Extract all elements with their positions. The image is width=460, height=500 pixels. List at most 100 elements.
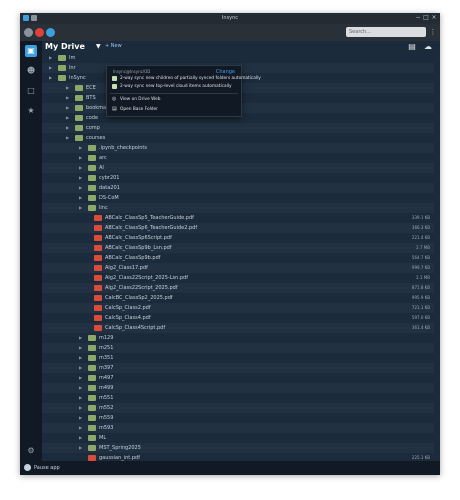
folder-row[interactable]: ▶ ML <box>42 433 434 443</box>
item-name: ABCalc_ClassSp9b_Lsn.pdf <box>105 245 172 251</box>
expand-toggle-icon[interactable]: ▶ <box>49 53 55 63</box>
folder-row[interactable]: ▶ m129 <box>42 333 434 343</box>
settings-icon[interactable]: ⚙ <box>25 445 37 457</box>
pause-icon[interactable] <box>24 464 31 471</box>
expand-toggle-icon[interactable]: ▶ <box>66 93 72 103</box>
option-sync-children[interactable]: 2-way sync new children of partially syn… <box>120 76 261 81</box>
file-row[interactable]: Alg2_Class22Script_2025.pdf 871.8 KB <box>42 283 434 293</box>
expand-toggle-icon[interactable]: ▶ <box>66 103 72 113</box>
item-name: DS-CoM <box>99 195 119 201</box>
open-base-folder-item[interactable]: Open Base Folder <box>120 107 158 112</box>
expand-toggle-icon[interactable]: ▶ <box>79 333 85 343</box>
folder-row[interactable]: ▶ m499 <box>42 383 434 393</box>
expand-toggle-icon[interactable]: ▶ <box>49 73 55 83</box>
drive-icon[interactable]: ▣ <box>25 45 37 57</box>
expand-toggle-icon[interactable]: ▶ <box>79 373 85 383</box>
new-button[interactable]: + New <box>105 43 122 49</box>
file-row[interactable]: ABCalc_ClassSp9b_Lsn.pdf 2.7 MB <box>42 243 434 253</box>
expand-toggle-icon[interactable]: ▶ <box>49 63 55 73</box>
search-input[interactable]: Search... <box>346 27 426 37</box>
folder-row[interactable]: ▶ m593 <box>42 423 434 433</box>
folder-row[interactable]: ▶ m559 <box>42 413 434 423</box>
expand-toggle-icon[interactable]: ▶ <box>79 363 85 373</box>
pdf-icon <box>94 215 102 221</box>
folder-row[interactable]: ▶ m351 <box>42 353 434 363</box>
file-row[interactable]: ABCalc_ClassSp6Script.pdf 221.4 KB <box>42 233 434 243</box>
file-row[interactable]: ABCalc_ClassSp9b.pdf 564.7 KB <box>42 253 434 263</box>
menu-icon[interactable]: ⋮ <box>429 27 437 37</box>
folder-row[interactable]: ▶ m397 <box>42 363 434 373</box>
expand-toggle-icon[interactable]: ▶ <box>66 133 72 143</box>
folder-row[interactable]: ▶ m552 <box>42 403 434 413</box>
file-row[interactable]: ABCalc_ClassSp6_TeacherGuide2.pdf 366.3 K… <box>42 223 434 233</box>
back-icon[interactable] <box>24 28 33 37</box>
expand-toggle-icon[interactable]: ▶ <box>79 433 85 443</box>
item-name: linc <box>99 205 108 211</box>
expand-toggle-icon[interactable]: ▶ <box>79 393 85 403</box>
minimize-icon[interactable]: − <box>414 14 422 22</box>
folder-row[interactable]: ▶ arc <box>42 153 434 163</box>
expand-toggle-icon[interactable]: ▶ <box>66 123 72 133</box>
item-name: Alg2_Class22Script_2025-Lsn.pdf <box>105 275 188 281</box>
folder-row[interactable]: ▶ m551 <box>42 393 434 403</box>
folder-row[interactable]: ▶ cybr201 <box>42 173 434 183</box>
expand-toggle-icon[interactable]: ▶ <box>79 173 85 183</box>
folder-icon <box>58 75 66 81</box>
checkbox-sync-toplevel[interactable] <box>112 84 117 89</box>
expand-toggle-icon[interactable]: ▶ <box>79 143 85 153</box>
folder-icon <box>75 115 83 121</box>
review-icon[interactable]: ▤ <box>407 42 417 52</box>
file-row[interactable]: Alg2_Class22Script_2025-Lsn.pdf 2.1 MB <box>42 273 434 283</box>
folder-row[interactable]: ▶ m251 <box>42 343 434 353</box>
folder-row[interactable]: ▶ courses <box>42 133 434 143</box>
expand-toggle-icon[interactable]: ▶ <box>79 353 85 363</box>
folder-icon <box>88 415 96 421</box>
option-sync-toplevel[interactable]: 2-way sync new top-level cloud items aut… <box>120 84 232 89</box>
expand-toggle-icon[interactable]: ▶ <box>66 113 72 123</box>
expand-toggle-icon[interactable]: ▶ <box>79 193 85 203</box>
maximize-icon[interactable]: □ <box>422 14 430 22</box>
folder-row[interactable]: ▶ comp <box>42 123 434 133</box>
cloud-sync-icon[interactable]: ☁ <box>423 42 433 52</box>
account-avatar[interactable] <box>35 28 44 37</box>
folder-row[interactable]: ▶ .ipynb_checkpoints <box>42 143 434 153</box>
item-name: m397 <box>99 365 114 371</box>
expand-toggle-icon[interactable]: ▶ <box>79 203 85 213</box>
switch-account-icon[interactable] <box>46 28 55 37</box>
file-row[interactable]: CalcSp_Class2.pdf 721.1 KB <box>42 303 434 313</box>
file-row[interactable]: Alg2_Class17.pdf 999.7 KB <box>42 263 434 273</box>
pause-app-button[interactable]: Pause app <box>34 465 60 471</box>
checkbox-sync-children[interactable] <box>112 76 117 81</box>
folder-row[interactable]: ▶ Im <box>42 53 434 63</box>
expand-toggle-icon[interactable]: ▶ <box>79 423 85 433</box>
expand-toggle-icon[interactable]: ▶ <box>79 443 85 453</box>
change-link[interactable]: Change <box>216 69 235 75</box>
expand-toggle-icon[interactable]: ▶ <box>79 403 85 413</box>
close-icon[interactable]: × <box>430 14 438 22</box>
folder-row[interactable]: ▶ m497 <box>42 373 434 383</box>
folder-row[interactable]: ▶ MST_Spring2025 <box>42 443 434 453</box>
book-icon[interactable]: □ <box>25 85 37 97</box>
users-icon[interactable]: ☻ <box>25 65 37 77</box>
expand-toggle-icon[interactable]: ▶ <box>79 383 85 393</box>
expand-toggle-icon[interactable]: ▶ <box>79 163 85 173</box>
file-row[interactable]: CalcSp_Class4Script.pdf 361.4 KB <box>42 323 434 333</box>
file-row[interactable]: CalcBC_ClassSp2_2025.pdf 995.9 KB <box>42 293 434 303</box>
expand-toggle-icon[interactable]: ▶ <box>79 343 85 353</box>
file-row[interactable]: ABCalc_ClassSp5_TeacherGuide.pdf 339.1 KB <box>42 213 434 223</box>
folder-row[interactable]: ▶ data201 <box>42 183 434 193</box>
expand-toggle-icon[interactable]: ▶ <box>66 83 72 93</box>
chevron-down-icon[interactable]: ▼ <box>96 43 101 50</box>
folder-row[interactable]: ▶ linc <box>42 203 434 213</box>
view-on-web-item[interactable]: View on Drive Web <box>120 97 160 102</box>
item-name: m499 <box>99 385 114 391</box>
star-icon[interactable]: ★ <box>25 105 37 117</box>
expand-toggle-icon[interactable]: ▶ <box>79 153 85 163</box>
folder-row[interactable]: ▶ DS-CoM <box>42 193 434 203</box>
expand-toggle-icon[interactable]: ▶ <box>79 413 85 423</box>
folder-icon <box>88 205 96 211</box>
expand-toggle-icon[interactable]: ▶ <box>79 183 85 193</box>
file-row[interactable]: gaussian_int.pdf 225.1 KB <box>42 453 434 461</box>
folder-row[interactable]: ▶ AI <box>42 163 434 173</box>
file-row[interactable]: CalcSp_Class4.pdf 597.0 KB <box>42 313 434 323</box>
